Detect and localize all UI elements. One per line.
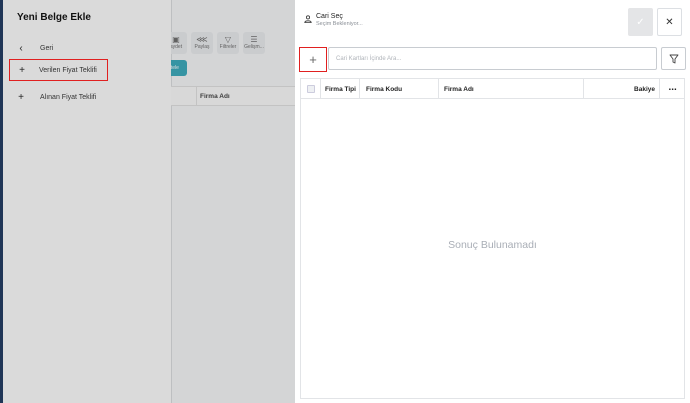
- panel-subtitle: Seçim Bekleniyor...: [316, 21, 363, 27]
- chevron-left-icon: ‹: [19, 42, 23, 54]
- confirm-button[interactable]: ✓: [628, 8, 653, 36]
- panel-title: Cari Seç: [316, 13, 343, 20]
- column-firm-type[interactable]: Firma Tipi: [321, 79, 360, 99]
- close-icon: ✕: [665, 16, 674, 28]
- plus-icon: +: [18, 91, 24, 103]
- select-all-checkbox[interactable]: [301, 79, 321, 99]
- received-quote-label: Alınan Fiyat Teklifi: [40, 93, 97, 101]
- column-balance[interactable]: Bakiye: [584, 79, 660, 99]
- filter-icon: [669, 54, 678, 63]
- back-item[interactable]: ‹ Geri: [7, 37, 170, 59]
- column-firm-name[interactable]: Firma Adı: [439, 79, 584, 99]
- column-firm-code[interactable]: Firma Kodu: [360, 79, 439, 99]
- plus-icon: +: [19, 64, 25, 76]
- table-header: Firma Tipi Firma Kodu Firma Adı Bakiye ⋯: [301, 79, 684, 99]
- back-label: Geri: [40, 44, 54, 52]
- close-button[interactable]: ✕: [657, 8, 682, 36]
- check-icon: ✓: [636, 16, 645, 28]
- search-placeholder: Cari Kartları İçinde Ara...: [336, 55, 402, 62]
- plus-icon: +: [309, 52, 317, 67]
- received-quote-item[interactable]: + Alınan Fiyat Teklifi: [7, 86, 170, 108]
- more-options-icon[interactable]: ⋯: [660, 79, 685, 99]
- accounts-table: Firma Tipi Firma Kodu Firma Adı Bakiye ⋯…: [300, 78, 685, 399]
- given-quote-item[interactable]: + Verilen Fiyat Teklifi: [9, 59, 108, 81]
- filter-button[interactable]: [661, 47, 686, 70]
- given-quote-label: Verilen Fiyat Teklifi: [39, 66, 97, 74]
- empty-state-text: Sonuç Bulunamadı: [448, 239, 537, 251]
- add-account-button[interactable]: +: [299, 47, 327, 72]
- drawer-title: Yeni Belge Ekle: [17, 12, 91, 23]
- user-icon: [304, 15, 312, 23]
- search-input[interactable]: Cari Kartları İçinde Ara...: [328, 47, 657, 70]
- new-document-drawer: Yeni Belge Ekle ‹ Geri + Verilen Fiyat T…: [0, 0, 171, 403]
- account-select-panel: Cari Seç Seçim Bekleniyor... ✓ ✕ + Cari …: [295, 0, 690, 403]
